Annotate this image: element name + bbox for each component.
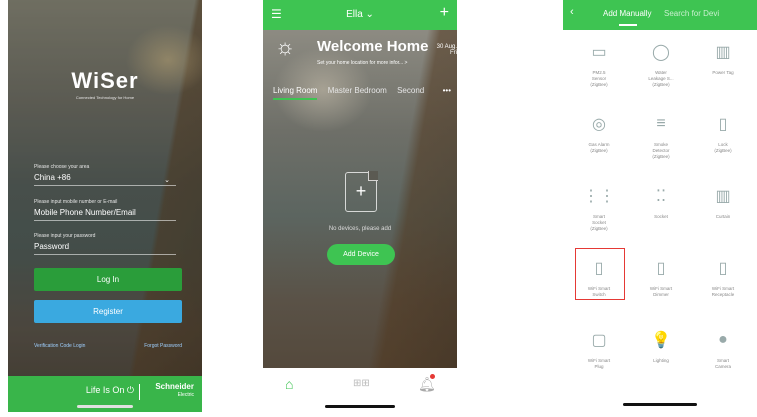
- bottom-nav: ⌂ ⊞⊞ 🔔︎: [263, 368, 457, 412]
- device-label: Socket: [654, 214, 668, 219]
- chevron-down-icon: ⌄: [164, 177, 170, 184]
- slogan-text: Life Is On: [85, 385, 125, 395]
- device-label: PM2.5 Sensor (ZigBee): [590, 70, 608, 87]
- forgot-password-link[interactable]: Forgot Password: [144, 343, 182, 349]
- add-header: ‹ Add Manually Search for Devi: [563, 0, 757, 30]
- device-tile[interactable]: ▯ Lock (ZigBee): [695, 106, 751, 176]
- verification-code-link[interactable]: Verification Code Login: [34, 343, 85, 349]
- home-icon[interactable]: ⌂: [285, 376, 293, 392]
- device-icon: ●: [718, 331, 728, 348]
- phone-field[interactable]: Please input mobile number or E-mail Mob…: [34, 199, 176, 221]
- sun-icon: ☼: [275, 34, 296, 59]
- brand-logo: WiSer Connected Technology for Home: [8, 68, 202, 100]
- add-icon[interactable]: +: [440, 4, 449, 22]
- device-icon: 💡: [651, 332, 671, 349]
- device-tile[interactable]: ◯ Water Leakage S... (ZigBee): [633, 34, 689, 104]
- device-label: WiFi Smart Dimmer: [649, 286, 673, 297]
- area-value: China +86: [34, 173, 71, 182]
- devices-grid-icon[interactable]: ⊞⊞: [353, 378, 370, 389]
- device-tile[interactable]: ◎ Gas Alarm (ZigBee): [571, 106, 627, 176]
- password-field[interactable]: Please input your password Password: [34, 233, 176, 255]
- schneider-sub: Electric: [177, 392, 194, 398]
- device-tile[interactable]: ▥ Curtain: [695, 178, 751, 248]
- empty-state-text: No devices, please add: [328, 226, 392, 232]
- home-indicator: [325, 405, 395, 408]
- device-tile[interactable]: ≡ Smoke Detector (ZigBee): [633, 106, 689, 176]
- room-tabs: Living Room Master Bedroom Second •••: [273, 86, 453, 100]
- user-switcher[interactable]: Ella ⌄: [263, 9, 457, 20]
- device-tile[interactable]: ▯ WiFi Smart Dimmer: [633, 250, 689, 320]
- phone-input[interactable]: Mobile Phone Number/Email: [34, 208, 176, 220]
- brand-tagline: Connected Technology for Home: [75, 95, 135, 100]
- device-icon: ≡: [656, 115, 666, 132]
- brand-name: WiSer: [71, 68, 139, 93]
- tab-master-bedroom[interactable]: Master Bedroom: [328, 86, 387, 95]
- welcome-title: Welcome Home: [317, 38, 429, 55]
- home-indicator: [623, 403, 697, 406]
- empty-document-icon: +: [345, 171, 378, 212]
- home-indicator: [77, 405, 133, 408]
- footer-slogan: Life Is On ⏻: [86, 385, 134, 396]
- location-hint[interactable]: Set your home location for more infor...…: [317, 60, 407, 66]
- more-icon[interactable]: •••: [443, 86, 451, 95]
- tab-living-room[interactable]: Living Room: [273, 86, 318, 100]
- device-label: Power Tag: [712, 70, 734, 75]
- area-select[interactable]: Please choose your area China +86 ⌄: [34, 164, 176, 186]
- device-icon: ◎: [592, 116, 606, 133]
- device-label: Lighting: [653, 358, 669, 363]
- device-label: WiFi Smart Plug: [587, 358, 611, 369]
- password-input[interactable]: Password: [34, 242, 176, 254]
- device-icon: ◯: [652, 44, 670, 61]
- schneider-logo: Schneider Electric: [155, 382, 194, 400]
- device-tile[interactable]: ▢ WiFi Smart Plug: [571, 322, 627, 392]
- back-icon[interactable]: ‹: [570, 6, 574, 18]
- date-block: 30 Aug. Fri: [427, 44, 457, 56]
- device-label: Curtain: [715, 214, 731, 219]
- device-icon: ⋮⋮: [583, 188, 615, 205]
- device-label: Smart Socket (ZigBee): [590, 214, 608, 231]
- login-screen: WiSer Connected Technology for Home Plea…: [8, 0, 202, 412]
- phone-label: Please input mobile number or E-mail: [34, 199, 118, 205]
- device-icon: ▥: [715, 188, 731, 205]
- device-tile[interactable]: ▥ Power Tag: [695, 34, 751, 104]
- device-tile[interactable]: ⁚⁚ Socket: [633, 178, 689, 248]
- device-icon: ▯: [718, 260, 728, 277]
- register-button[interactable]: Register: [34, 300, 182, 323]
- power-icon: ⏻: [126, 385, 134, 395]
- device-tile[interactable]: 💡 Lighting: [633, 322, 689, 392]
- tab-second[interactable]: Second: [397, 86, 424, 95]
- device-label: Lock (ZigBee): [714, 142, 732, 153]
- device-tile[interactable]: ⋮⋮ Smart Socket (ZigBee): [571, 178, 627, 248]
- device-label: Smoke Detector (ZigBee): [652, 142, 670, 159]
- weekday-text: Fri: [450, 50, 457, 56]
- device-tile[interactable]: ● Smart Camera: [695, 322, 751, 392]
- device-icon: ⁚⁚: [655, 188, 667, 205]
- home-screen: ☰ Ella ⌄ + ☼ Welcome Home 30 Aug. Fri Se…: [263, 0, 457, 412]
- device-tile[interactable]: ▭ PM2.5 Sensor (ZigBee): [571, 34, 627, 104]
- add-device-screen: ‹ Add Manually Search for Devi ▭ PM2.5 Se…: [563, 0, 757, 412]
- footer-bar: Life Is On ⏻ Schneider Electric: [8, 376, 202, 412]
- add-device-button[interactable]: Add Device: [327, 244, 395, 265]
- tab-search-devices[interactable]: Search for Devi: [664, 9, 719, 18]
- login-button[interactable]: Log In: [34, 268, 182, 291]
- device-tile[interactable]: ▯ WiFi Smart Receptacle: [695, 250, 751, 320]
- device-icon: ▯: [656, 260, 666, 277]
- home-header: ☰ Ella ⌄ +: [263, 0, 457, 30]
- device-label: Gas Alarm (ZigBee): [588, 142, 610, 153]
- device-icon: ▭: [591, 44, 607, 61]
- device-icon: ▢: [591, 332, 607, 349]
- selected-device-highlight: [575, 248, 625, 300]
- footer-divider: [139, 384, 140, 400]
- schneider-name: Schneider: [155, 382, 194, 391]
- device-label: WiFi Smart Receptacle: [711, 286, 735, 297]
- device-label: Smart Camera: [714, 358, 731, 369]
- device-label: Water Leakage S... (ZigBee): [648, 70, 674, 87]
- device-icon: ▯: [718, 116, 728, 133]
- active-tab-indicator: [619, 24, 637, 26]
- area-label: Please choose your area: [34, 164, 90, 170]
- password-label: Please input your password: [34, 233, 96, 239]
- device-icon: ▥: [715, 44, 731, 61]
- tab-add-manually[interactable]: Add Manually: [603, 9, 651, 18]
- notification-dot: [430, 374, 435, 379]
